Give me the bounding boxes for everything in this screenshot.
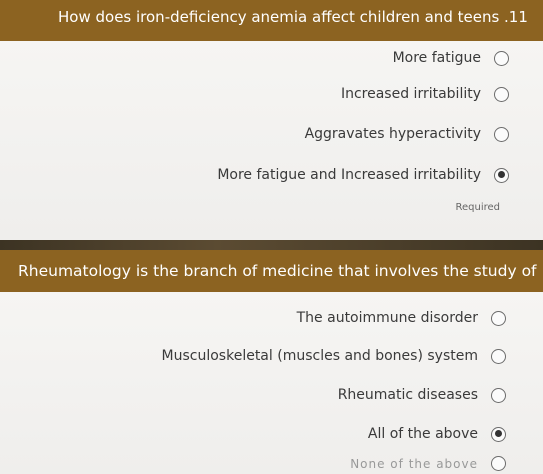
radio-button-selected[interactable] <box>491 426 506 442</box>
radio-button[interactable] <box>494 50 509 66</box>
option-label: Aggravates hyperactivity <box>304 126 481 142</box>
option-label: Increased irritability <box>340 86 481 102</box>
question-options: More fatigue Increased irritability Aggr… <box>0 41 543 240</box>
option-none-of-the-above[interactable]: None of the above <box>350 456 543 471</box>
radio-button[interactable] <box>494 86 509 102</box>
radio-button[interactable] <box>494 126 509 142</box>
option-label: Rheumatic diseases <box>337 387 478 403</box>
option-more-fatigue[interactable]: More fatigue <box>393 50 543 66</box>
option-all-of-the-above[interactable]: All of the above <box>368 426 543 442</box>
question-options: The autoimmune disorder Musculoskeletal … <box>0 292 543 474</box>
option-label: More fatigue <box>392 50 481 66</box>
option-label: Musculoskeletal (muscles and bones) syst… <box>161 348 478 364</box>
radio-button-selected[interactable] <box>494 167 509 183</box>
question-title: How does iron-deficiency anemia affect c… <box>0 0 543 41</box>
question-title: Rheumatology is the branch of medicine t… <box>0 250 543 292</box>
option-aggravates-hyperactivity[interactable]: Aggravates hyperactivity <box>305 126 543 142</box>
question-12: Rheumatology is the branch of medicine t… <box>0 250 543 474</box>
option-label: None of the above <box>350 456 478 471</box>
radio-button[interactable] <box>491 387 506 403</box>
question-11: How does iron-deficiency anemia affect c… <box>0 0 543 240</box>
option-label: The autoimmune disorder <box>296 310 478 326</box>
option-label: All of the above <box>367 426 478 442</box>
option-fatigue-and-irritability[interactable]: More fatigue and Increased irritability <box>217 167 543 183</box>
option-label: More fatigue and Increased irritability <box>217 167 481 183</box>
option-autoimmune-disorder[interactable]: The autoimmune disorder <box>297 310 543 326</box>
option-musculoskeletal-system[interactable]: Musculoskeletal (muscles and bones) syst… <box>162 348 543 364</box>
required-indicator: Required <box>455 202 500 213</box>
radio-button[interactable] <box>491 348 506 364</box>
option-increased-irritability[interactable]: Increased irritability <box>341 86 543 102</box>
radio-button[interactable] <box>491 456 506 471</box>
option-rheumatic-diseases[interactable]: Rheumatic diseases <box>338 387 543 403</box>
radio-button[interactable] <box>491 310 506 326</box>
section-divider <box>0 240 543 250</box>
